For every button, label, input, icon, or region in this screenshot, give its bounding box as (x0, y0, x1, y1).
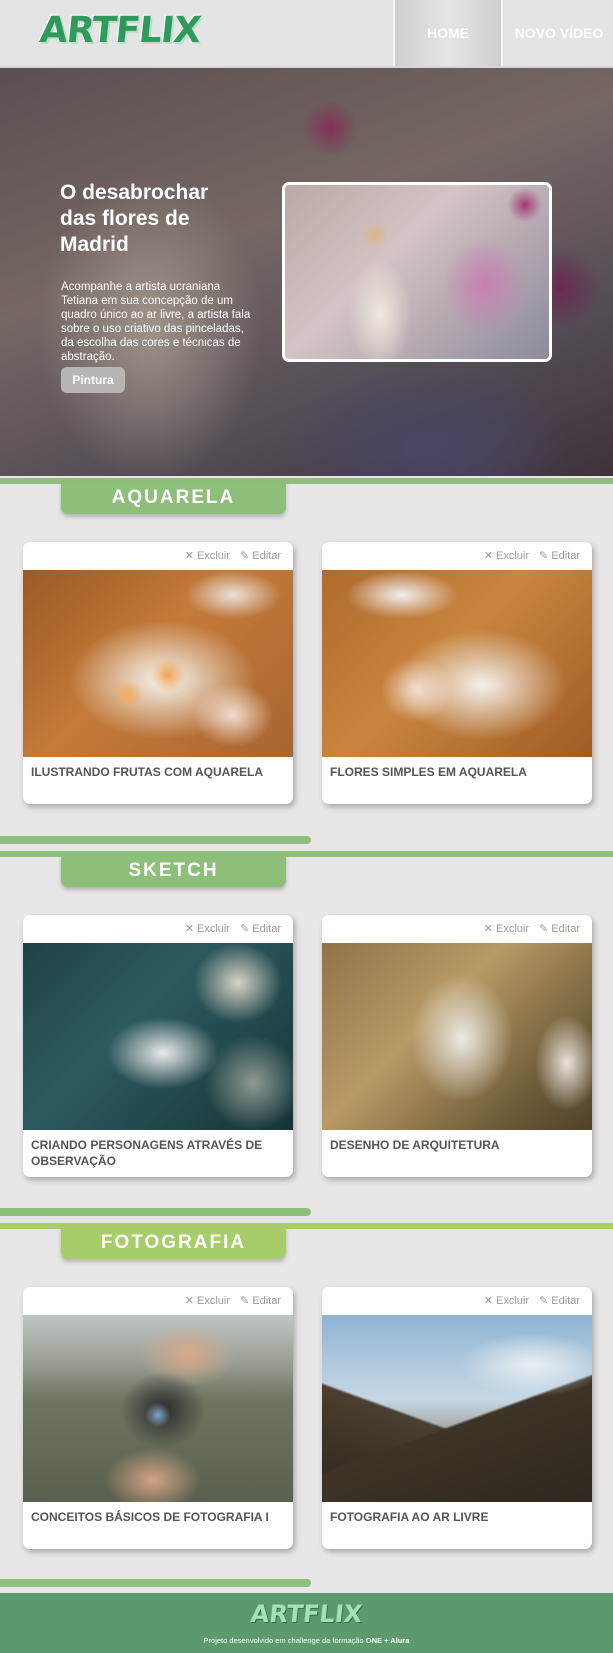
close-icon: ✕ (483, 923, 494, 935)
video-card[interactable]: ✕ Excluir ✎ Editar CONCEITOS BÁSICOS DE FO… (23, 1287, 293, 1549)
close-icon: ✕ (483, 1295, 494, 1307)
logo[interactable]: ARTFLIX (38, 10, 203, 51)
edit-label: Editar (551, 1294, 580, 1307)
video-thumbnail[interactable] (322, 943, 592, 1130)
nav-new-video-button[interactable]: NOVO VÍDEO (505, 0, 613, 66)
footer-credit-bold: ONE + Alura (365, 1636, 410, 1645)
hero-video-thumbnail[interactable] (282, 182, 552, 362)
delete-button[interactable]: ✕ Excluir (184, 549, 231, 563)
close-icon: ✕ (184, 550, 195, 562)
header: ARTFLIX HOME NOVO VÍDEO (0, 0, 613, 68)
video-title: DESENHO DE ARQUITETURA (330, 1138, 500, 1152)
video-title: FLORES SIMPLES EM AQUARELA (330, 765, 527, 779)
edit-label: Editar (551, 922, 580, 935)
delete-button[interactable]: ✕ Excluir (184, 1294, 231, 1308)
edit-icon: ✎ (539, 1295, 549, 1307)
edit-label: Editar (252, 549, 281, 562)
section-end-bar (0, 1579, 311, 1587)
card-actions: ✕ Excluir ✎ Editar (483, 549, 580, 563)
video-card[interactable]: ✕ Excluir ✎ Editar ILUSTRANDO FRUTAS COM A… (23, 542, 293, 804)
delete-label: Excluir (197, 922, 231, 935)
edit-icon: ✎ (539, 550, 549, 562)
card-actions: ✕ Excluir ✎ Editar (184, 922, 281, 936)
edit-icon: ✎ (240, 923, 250, 935)
close-icon: ✕ (184, 1295, 195, 1307)
section-end-bar (0, 1208, 311, 1216)
delete-button[interactable]: ✕ Excluir (184, 922, 231, 936)
delete-label: Excluir (496, 549, 530, 562)
footer: ARTFLIX Projeto desenvolvido em challeng… (0, 1593, 613, 1653)
close-icon: ✕ (184, 923, 195, 935)
edit-label: Editar (551, 549, 580, 562)
video-title: CRIANDO PERSONAGENS ATRAVÉS DE OBSERVAÇÃ… (31, 1138, 263, 1168)
video-thumbnail[interactable] (23, 943, 293, 1130)
section-title-fotografia: FOTOGRAFIA (61, 1227, 286, 1259)
video-card[interactable]: ✕ Excluir ✎ Editar CRIANDO PERSONAGENS ATR… (23, 915, 293, 1177)
video-card[interactable]: ✕ Excluir ✎ Editar FLORES SIMPLES EM AQUAR… (322, 542, 592, 804)
hero-category-button[interactable]: Pintura (61, 367, 125, 393)
card-actions: ✕ Excluir ✎ Editar (483, 922, 580, 936)
footer-credit: Projeto desenvolvido em challenge da for… (0, 1636, 613, 1645)
edit-button[interactable]: ✎ Editar (240, 922, 281, 936)
card-actions: ✕ Excluir ✎ Editar (184, 549, 281, 563)
video-card[interactable]: ✕ Excluir ✎ Editar FOTOGRAFIA AO AR LIVRE (322, 1287, 592, 1549)
delete-label: Excluir (197, 549, 231, 562)
edit-button[interactable]: ✎ Editar (240, 549, 281, 563)
video-title: FOTOGRAFIA AO AR LIVRE (330, 1510, 489, 1524)
video-thumbnail[interactable] (322, 1315, 592, 1502)
video-thumbnail[interactable] (322, 570, 592, 757)
footer-credit-text: Projeto desenvolvido em challenge da for… (203, 1636, 364, 1645)
hero-description: Acompanhe a artista ucraniana Tetiana em… (61, 281, 251, 363)
edit-button[interactable]: ✎ Editar (539, 549, 580, 563)
video-thumbnail[interactable] (23, 1315, 293, 1502)
section-title-aquarela: AQUARELA (61, 482, 286, 514)
section-end-bar (0, 836, 311, 844)
hero-banner: O desabrochar das flores de Madrid Acomp… (0, 68, 613, 476)
video-title: CONCEITOS BÁSICOS DE FOTOGRAFIA I (31, 1510, 269, 1524)
delete-button[interactable]: ✕ Excluir (483, 922, 530, 936)
video-thumbnail[interactable] (23, 570, 293, 757)
edit-label: Editar (252, 1294, 281, 1307)
card-actions: ✕ Excluir ✎ Editar (184, 1294, 281, 1308)
video-title: ILUSTRANDO FRUTAS COM AQUARELA (31, 765, 263, 779)
close-icon: ✕ (483, 550, 494, 562)
edit-button[interactable]: ✎ Editar (240, 1294, 281, 1308)
footer-logo[interactable]: ARTFLIX (0, 1600, 613, 1628)
video-card[interactable]: ✕ Excluir ✎ Editar DESENHO DE ARQUITETURA (322, 915, 592, 1177)
edit-button[interactable]: ✎ Editar (539, 922, 580, 936)
nav-home-button[interactable]: HOME (393, 0, 503, 66)
hero-title: O desabrochar das flores de Madrid (60, 181, 209, 256)
edit-icon: ✎ (240, 1295, 250, 1307)
delete-button[interactable]: ✕ Excluir (483, 1294, 530, 1308)
edit-button[interactable]: ✎ Editar (539, 1294, 580, 1308)
edit-icon: ✎ (240, 550, 250, 562)
card-actions: ✕ Excluir ✎ Editar (483, 1294, 580, 1308)
delete-label: Excluir (197, 1294, 231, 1307)
delete-button[interactable]: ✕ Excluir (483, 549, 530, 563)
edit-label: Editar (252, 922, 281, 935)
delete-label: Excluir (496, 922, 530, 935)
edit-icon: ✎ (539, 923, 549, 935)
delete-label: Excluir (496, 1294, 530, 1307)
section-title-sketch: SKETCH (61, 855, 286, 887)
